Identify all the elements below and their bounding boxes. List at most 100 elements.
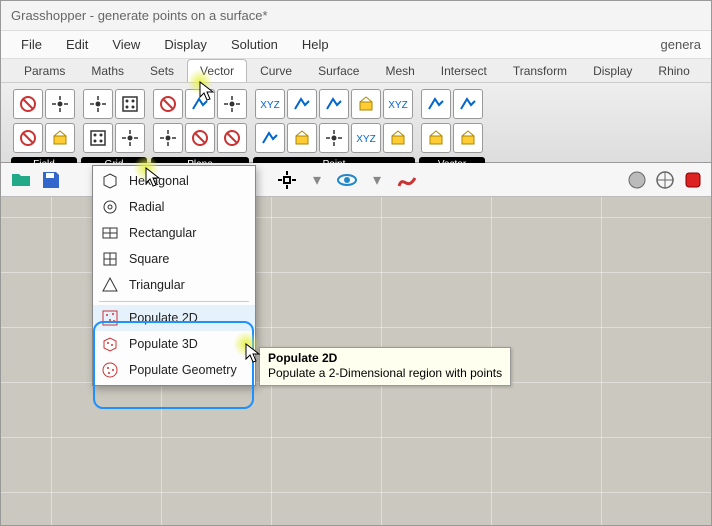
menu-item-hexagonal[interactable]: Hexagonal (93, 168, 255, 194)
menu-item-label: Populate 3D (129, 337, 198, 351)
ribbon-button[interactable] (217, 89, 247, 119)
ribbon-button[interactable] (83, 89, 113, 119)
shade-grey-icon[interactable] (625, 168, 649, 192)
grid-dropdown-menu: Hexagonal Radial Rectangular Square Triangul… (92, 165, 256, 386)
open-icon[interactable] (9, 168, 33, 192)
menu-bar: File Edit View Display Solution Help gen… (1, 31, 711, 59)
menu-item-label: Populate Geometry (129, 363, 237, 377)
ribbon-button[interactable]: XYZ (383, 89, 413, 119)
menu-solution[interactable]: Solution (221, 33, 288, 56)
ribbon-group-vector: Vector (419, 87, 485, 173)
tri-icon (101, 276, 119, 294)
ribbon-button[interactable] (255, 123, 285, 153)
ribbon-button[interactable] (45, 123, 75, 153)
tab-display[interactable]: Display (580, 59, 645, 82)
tab-mesh[interactable]: Mesh (372, 59, 427, 82)
ribbon-tab-bar: Params Maths Sets Vector Curve Surface M… (1, 59, 711, 83)
ribbon-button[interactable]: XYZ (255, 89, 285, 119)
tab-sets[interactable]: Sets (137, 59, 187, 82)
tab-curve[interactable]: Curve (247, 59, 305, 82)
ribbon-button[interactable] (383, 123, 413, 153)
ribbon-button[interactable] (453, 123, 483, 153)
ribbon-button[interactable] (115, 89, 145, 119)
document-name[interactable]: genera (651, 33, 711, 56)
menu-item-label: Hexagonal (129, 174, 189, 188)
popgeo-icon (101, 361, 119, 379)
menu-item-label: Square (129, 252, 169, 266)
menu-item-triangular[interactable]: Triangular (93, 272, 255, 298)
radial-icon (101, 198, 119, 216)
tab-params[interactable]: Params (11, 59, 78, 82)
ribbon-group-point: XYZXYZXYZPoint (253, 87, 415, 173)
menu-file[interactable]: File (11, 33, 52, 56)
menu-item-populate-2d[interactable]: Populate 2D (93, 305, 255, 331)
menu-item-label: Triangular (129, 278, 185, 292)
ribbon-button[interactable] (319, 89, 349, 119)
title-text: Grasshopper - generate points on a surfa… (11, 8, 268, 23)
shade-wire-icon[interactable] (653, 168, 677, 192)
ribbon-button[interactable] (453, 89, 483, 119)
tab-rhino[interactable]: Rhino (645, 59, 702, 82)
ribbon-button[interactable] (185, 123, 215, 153)
ribbon-button[interactable] (115, 123, 145, 153)
dropdown-chevron-icon[interactable]: ▾ (305, 168, 329, 192)
menu-item-radial[interactable]: Radial (93, 194, 255, 220)
menu-item-rectangular[interactable]: Rectangular (93, 220, 255, 246)
tab-kangaroo2[interactable]: Kangaroo2 (703, 59, 712, 82)
hex-icon (101, 172, 119, 190)
menu-item-label: Populate 2D (129, 311, 198, 325)
menu-item-populate-3d[interactable]: Populate 3D (93, 331, 255, 357)
pop3d-icon (101, 335, 119, 353)
menu-edit[interactable]: Edit (56, 33, 98, 56)
svg-text:XYZ: XYZ (356, 134, 375, 145)
ribbon-button[interactable] (185, 89, 215, 119)
ribbon-button[interactable] (13, 89, 43, 119)
tab-intersect[interactable]: Intersect (428, 59, 500, 82)
shade-red-icon[interactable] (681, 168, 705, 192)
title-bar: Grasshopper - generate points on a surfa… (1, 1, 711, 31)
app-window: Grasshopper - generate points on a surfa… (0, 0, 712, 526)
ribbon-button[interactable] (153, 89, 183, 119)
tab-maths[interactable]: Maths (78, 59, 137, 82)
ribbon-button[interactable] (351, 89, 381, 119)
tab-vector[interactable]: Vector (187, 59, 247, 82)
ribbon-button[interactable] (319, 123, 349, 153)
sketch-icon[interactable] (395, 168, 419, 192)
svg-text:XYZ: XYZ (388, 100, 407, 111)
menu-item-label: Rectangular (129, 226, 196, 240)
ribbon-button[interactable] (421, 89, 451, 119)
ribbon-button[interactable] (13, 123, 43, 153)
menu-item-square[interactable]: Square (93, 246, 255, 272)
tab-transform[interactable]: Transform (500, 59, 580, 82)
menu-item-label: Radial (129, 200, 164, 214)
pop2d-icon (101, 309, 119, 327)
tab-surface[interactable]: Surface (305, 59, 372, 82)
ribbon-button[interactable] (217, 123, 247, 153)
menu-display[interactable]: Display (154, 33, 217, 56)
ribbon-button[interactable] (83, 123, 113, 153)
svg-text:XYZ: XYZ (260, 100, 279, 111)
ribbon-group-field: Field (11, 87, 77, 173)
ribbon-button[interactable]: XYZ (351, 123, 381, 153)
tooltip-title: Populate 2D (268, 351, 502, 365)
target-icon[interactable] (275, 168, 299, 192)
ribbon: FieldGridPlaneXYZXYZXYZPointVector (1, 83, 711, 163)
square-icon (101, 250, 119, 268)
eye-icon[interactable] (335, 168, 359, 192)
ribbon-group-plane: Plane (151, 87, 249, 173)
menu-view[interactable]: View (102, 33, 150, 56)
save-icon[interactable] (39, 168, 63, 192)
ribbon-button[interactable] (153, 123, 183, 153)
dropdown-chevron-icon-2[interactable]: ▾ (365, 168, 389, 192)
rect-icon (101, 224, 119, 242)
tooltip-body: Populate a 2-Dimensional region with poi… (268, 366, 502, 380)
ribbon-button[interactable] (287, 89, 317, 119)
toolbar-right (625, 168, 705, 192)
tooltip: Populate 2D Populate a 2-Dimensional reg… (259, 347, 511, 386)
ribbon-button[interactable] (45, 89, 75, 119)
ribbon-group-grid: Grid (81, 87, 147, 173)
menu-item-populate-geometry[interactable]: Populate Geometry (93, 357, 255, 383)
ribbon-button[interactable] (287, 123, 317, 153)
ribbon-button[interactable] (421, 123, 451, 153)
menu-help[interactable]: Help (292, 33, 339, 56)
